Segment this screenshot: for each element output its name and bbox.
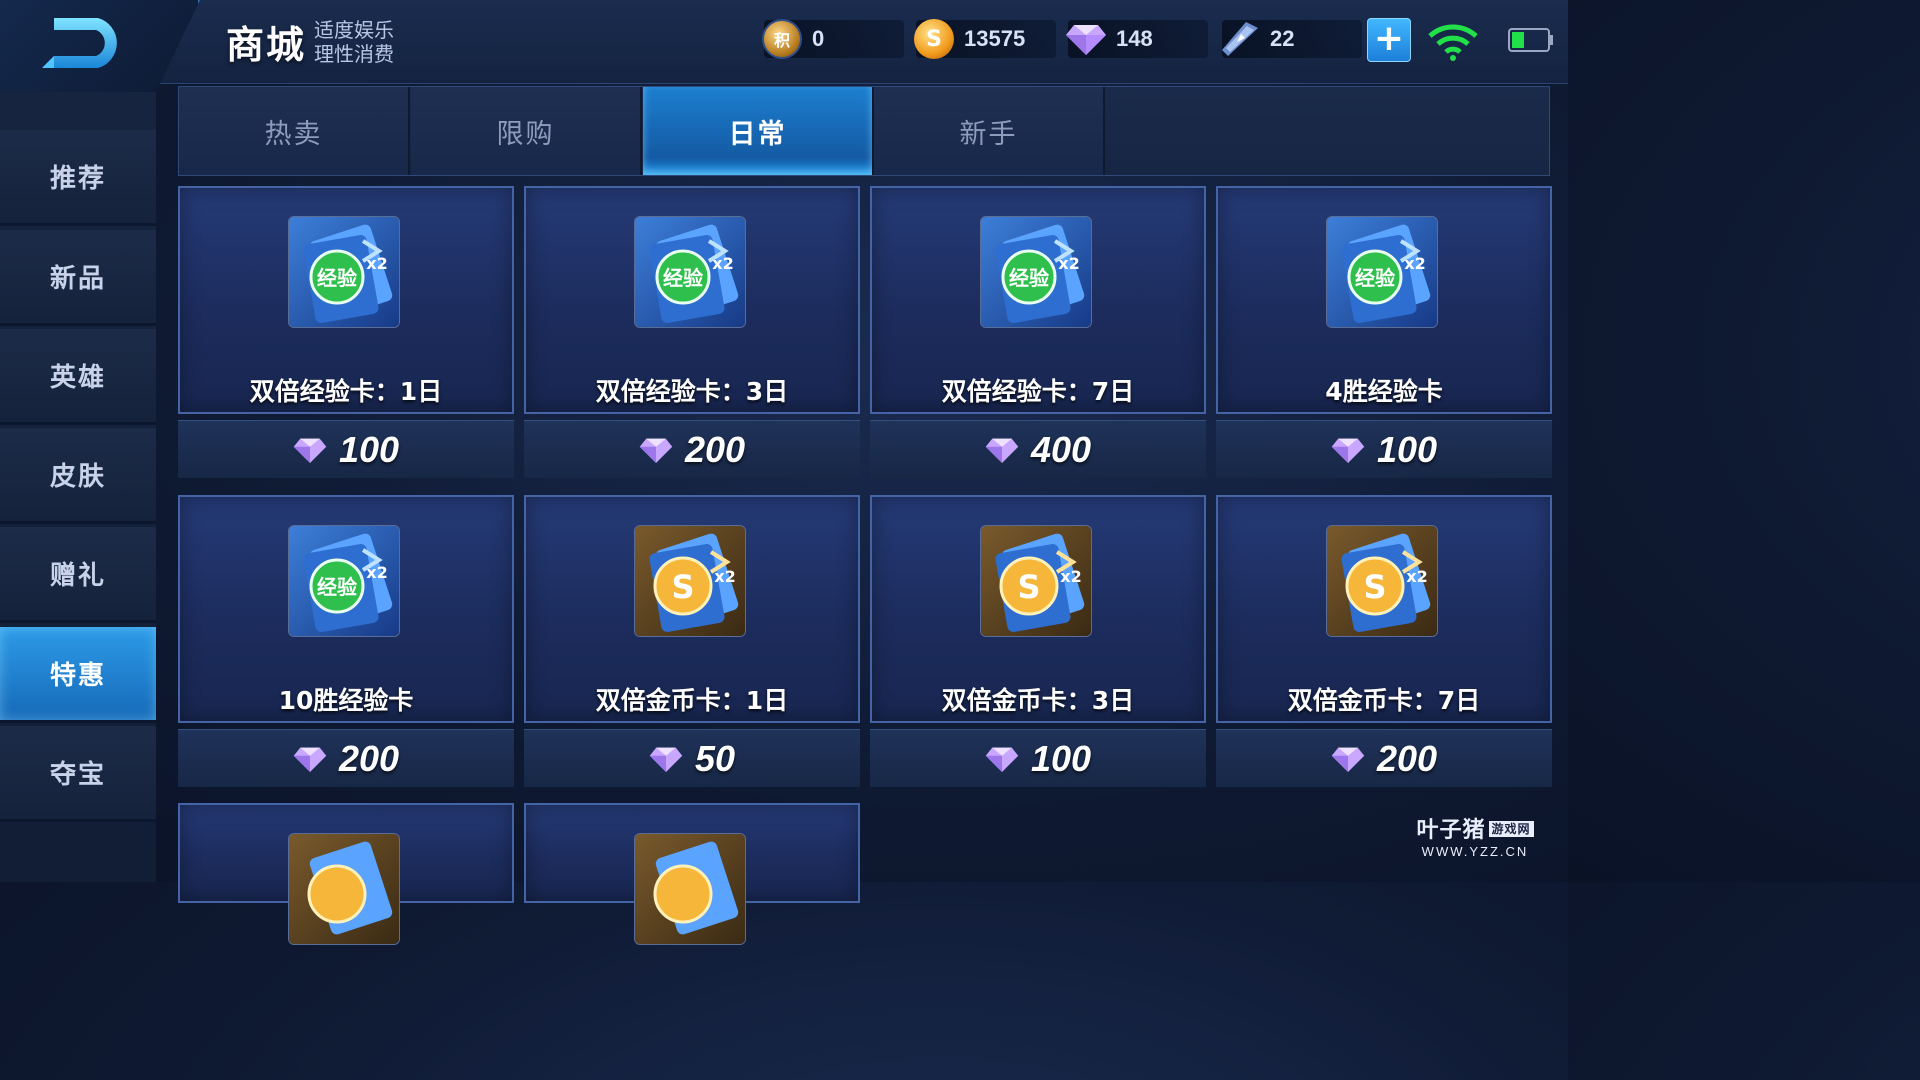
gold-card-icon: S x2 xyxy=(980,525,1092,637)
item-card[interactable]: S x2 双倍金币卡：3日 100 xyxy=(870,495,1206,787)
item-card[interactable] xyxy=(524,803,860,945)
voucher-icon xyxy=(1220,19,1260,59)
exp-card-icon: 经验 x2 xyxy=(634,216,746,328)
item-card[interactable]: 经验 x2 双倍经验卡：7日 400 xyxy=(870,186,1206,478)
item-name: 10胜经验卡 xyxy=(278,686,414,715)
tab-limited[interactable]: 限购 xyxy=(411,87,642,175)
sidebar-item-skins[interactable]: 皮肤 xyxy=(0,428,156,524)
price-value: 200 xyxy=(338,737,400,779)
recharge-plus-button[interactable]: + xyxy=(1367,18,1411,62)
sidebar-item-specials[interactable]: 特惠 xyxy=(0,627,156,723)
sidebar-item-treasure[interactable]: 夺宝 xyxy=(0,726,156,822)
price-value: 50 xyxy=(694,737,736,779)
tab-daily[interactable]: 日常 xyxy=(643,87,874,175)
price-value: 200 xyxy=(1376,737,1438,779)
diamond-icon xyxy=(293,747,327,772)
watermark: 叶子猪 游戏网 WWW.YZZ.CN xyxy=(1410,812,1540,859)
item-name: 双倍金币卡：3日 xyxy=(941,686,1135,715)
price-bar[interactable]: 100 xyxy=(1216,420,1552,478)
item-card[interactable]: 经验 x2 双倍经验卡：3日 200 xyxy=(524,186,860,478)
svg-text:经验: 经验 xyxy=(317,575,357,599)
price-bar[interactable]: 200 xyxy=(178,729,514,787)
item-card[interactable]: S x2 双倍金币卡：7日 200 xyxy=(1216,495,1552,787)
exp-card-icon: 经验 x2 xyxy=(288,525,400,637)
item-name: 双倍金币卡：7日 xyxy=(1287,686,1481,715)
svg-text:S: S xyxy=(671,568,694,606)
svg-text:经验: 经验 xyxy=(317,266,357,290)
gold-coin-icon: S xyxy=(914,19,954,59)
top-bar: 商城 适度娱乐 理性消费 积 0 S 13575 148 22 + xyxy=(0,0,1568,92)
diamond-icon xyxy=(985,438,1019,463)
item-name: 4胜经验卡 xyxy=(1325,377,1443,406)
points-value: 0 xyxy=(812,26,825,51)
gold-card-icon: S x2 xyxy=(1326,525,1438,637)
diamond-icon xyxy=(985,747,1019,772)
price-value: 100 xyxy=(1030,737,1092,779)
back-arrow-icon xyxy=(42,18,117,68)
diamond-icon xyxy=(1331,747,1365,772)
item-name: 双倍金币卡：1日 xyxy=(595,686,789,715)
diamond-icon xyxy=(639,438,673,463)
item-card[interactable]: 经验 x2 10胜经验卡 200 xyxy=(178,495,514,787)
gold-balance: S 13575 xyxy=(914,19,1056,59)
gold-card-icon xyxy=(288,833,400,945)
price-value: 400 xyxy=(1030,428,1092,470)
sidebar-item-new[interactable]: 新品 xyxy=(0,230,156,326)
price-bar[interactable]: 50 xyxy=(524,729,860,787)
item-name: 双倍经验卡：1日 xyxy=(249,377,443,406)
item-card[interactable]: 经验 x2 双倍经验卡：1日 100 xyxy=(178,186,514,478)
gold-card-icon xyxy=(634,833,746,945)
exp-card-icon: 经验 x2 xyxy=(288,216,400,328)
price-bar[interactable]: 100 xyxy=(870,729,1206,787)
svg-text:经验: 经验 xyxy=(663,266,703,290)
gold-card-icon: S x2 xyxy=(634,525,746,637)
sidebar: 推荐 新品 英雄 皮肤 赠礼 特惠 夺宝 xyxy=(0,92,156,882)
points-coin-icon: 积 xyxy=(762,19,802,59)
price-bar[interactable]: 400 xyxy=(870,420,1206,478)
price-bar[interactable]: 200 xyxy=(1216,729,1552,787)
price-value: 100 xyxy=(1376,428,1438,470)
svg-text:经验: 经验 xyxy=(1009,266,1049,290)
gold-value: 13575 xyxy=(964,26,1026,51)
voucher-balance: 22 xyxy=(1222,20,1362,58)
item-name: 双倍经验卡：7日 xyxy=(941,377,1135,406)
page-subtitle: 适度娱乐 理性消费 xyxy=(314,17,395,66)
price-bar[interactable]: 100 xyxy=(178,420,514,478)
price-bar[interactable]: 200 xyxy=(524,420,860,478)
svg-text:经验: 经验 xyxy=(1355,266,1395,290)
item-card[interactable]: 经验 x2 4胜经验卡 100 xyxy=(1216,186,1552,478)
exp-card-icon: 经验 x2 xyxy=(1326,216,1438,328)
item-card[interactable]: S x2 双倍金币卡：1日 50 xyxy=(524,495,860,787)
sidebar-item-recommend[interactable]: 推荐 xyxy=(0,130,156,226)
item-name: 双倍经验卡：3日 xyxy=(595,377,789,406)
svg-text:S: S xyxy=(1363,568,1386,606)
price-value: 100 xyxy=(338,428,400,470)
battery-icon xyxy=(1508,28,1553,52)
diamond-balance: 148 xyxy=(1066,19,1208,59)
points-balance: 积 0 xyxy=(762,19,904,59)
back-button[interactable] xyxy=(0,0,200,92)
tab-newbie[interactable]: 新手 xyxy=(874,87,1105,175)
sidebar-item-gifts[interactable]: 赠礼 xyxy=(0,527,156,623)
exp-card-icon: 经验 x2 xyxy=(980,216,1092,328)
category-tabs: 热卖 限购 日常 新手 xyxy=(178,86,1550,176)
diamond-icon xyxy=(1331,438,1365,463)
tab-hot[interactable]: 热卖 xyxy=(179,87,410,175)
voucher-value: 22 xyxy=(1270,26,1295,51)
sidebar-item-heroes[interactable]: 英雄 xyxy=(0,329,156,425)
diamond-icon xyxy=(649,747,683,772)
wifi-icon xyxy=(1428,24,1478,61)
page-title: 商城 xyxy=(226,23,307,67)
diamond-icon xyxy=(293,438,327,463)
price-value: 200 xyxy=(684,428,746,470)
diamond-icon xyxy=(1066,19,1106,59)
svg-text:S: S xyxy=(1017,568,1040,606)
diamond-value: 148 xyxy=(1116,26,1153,51)
item-card[interactable] xyxy=(178,803,514,945)
